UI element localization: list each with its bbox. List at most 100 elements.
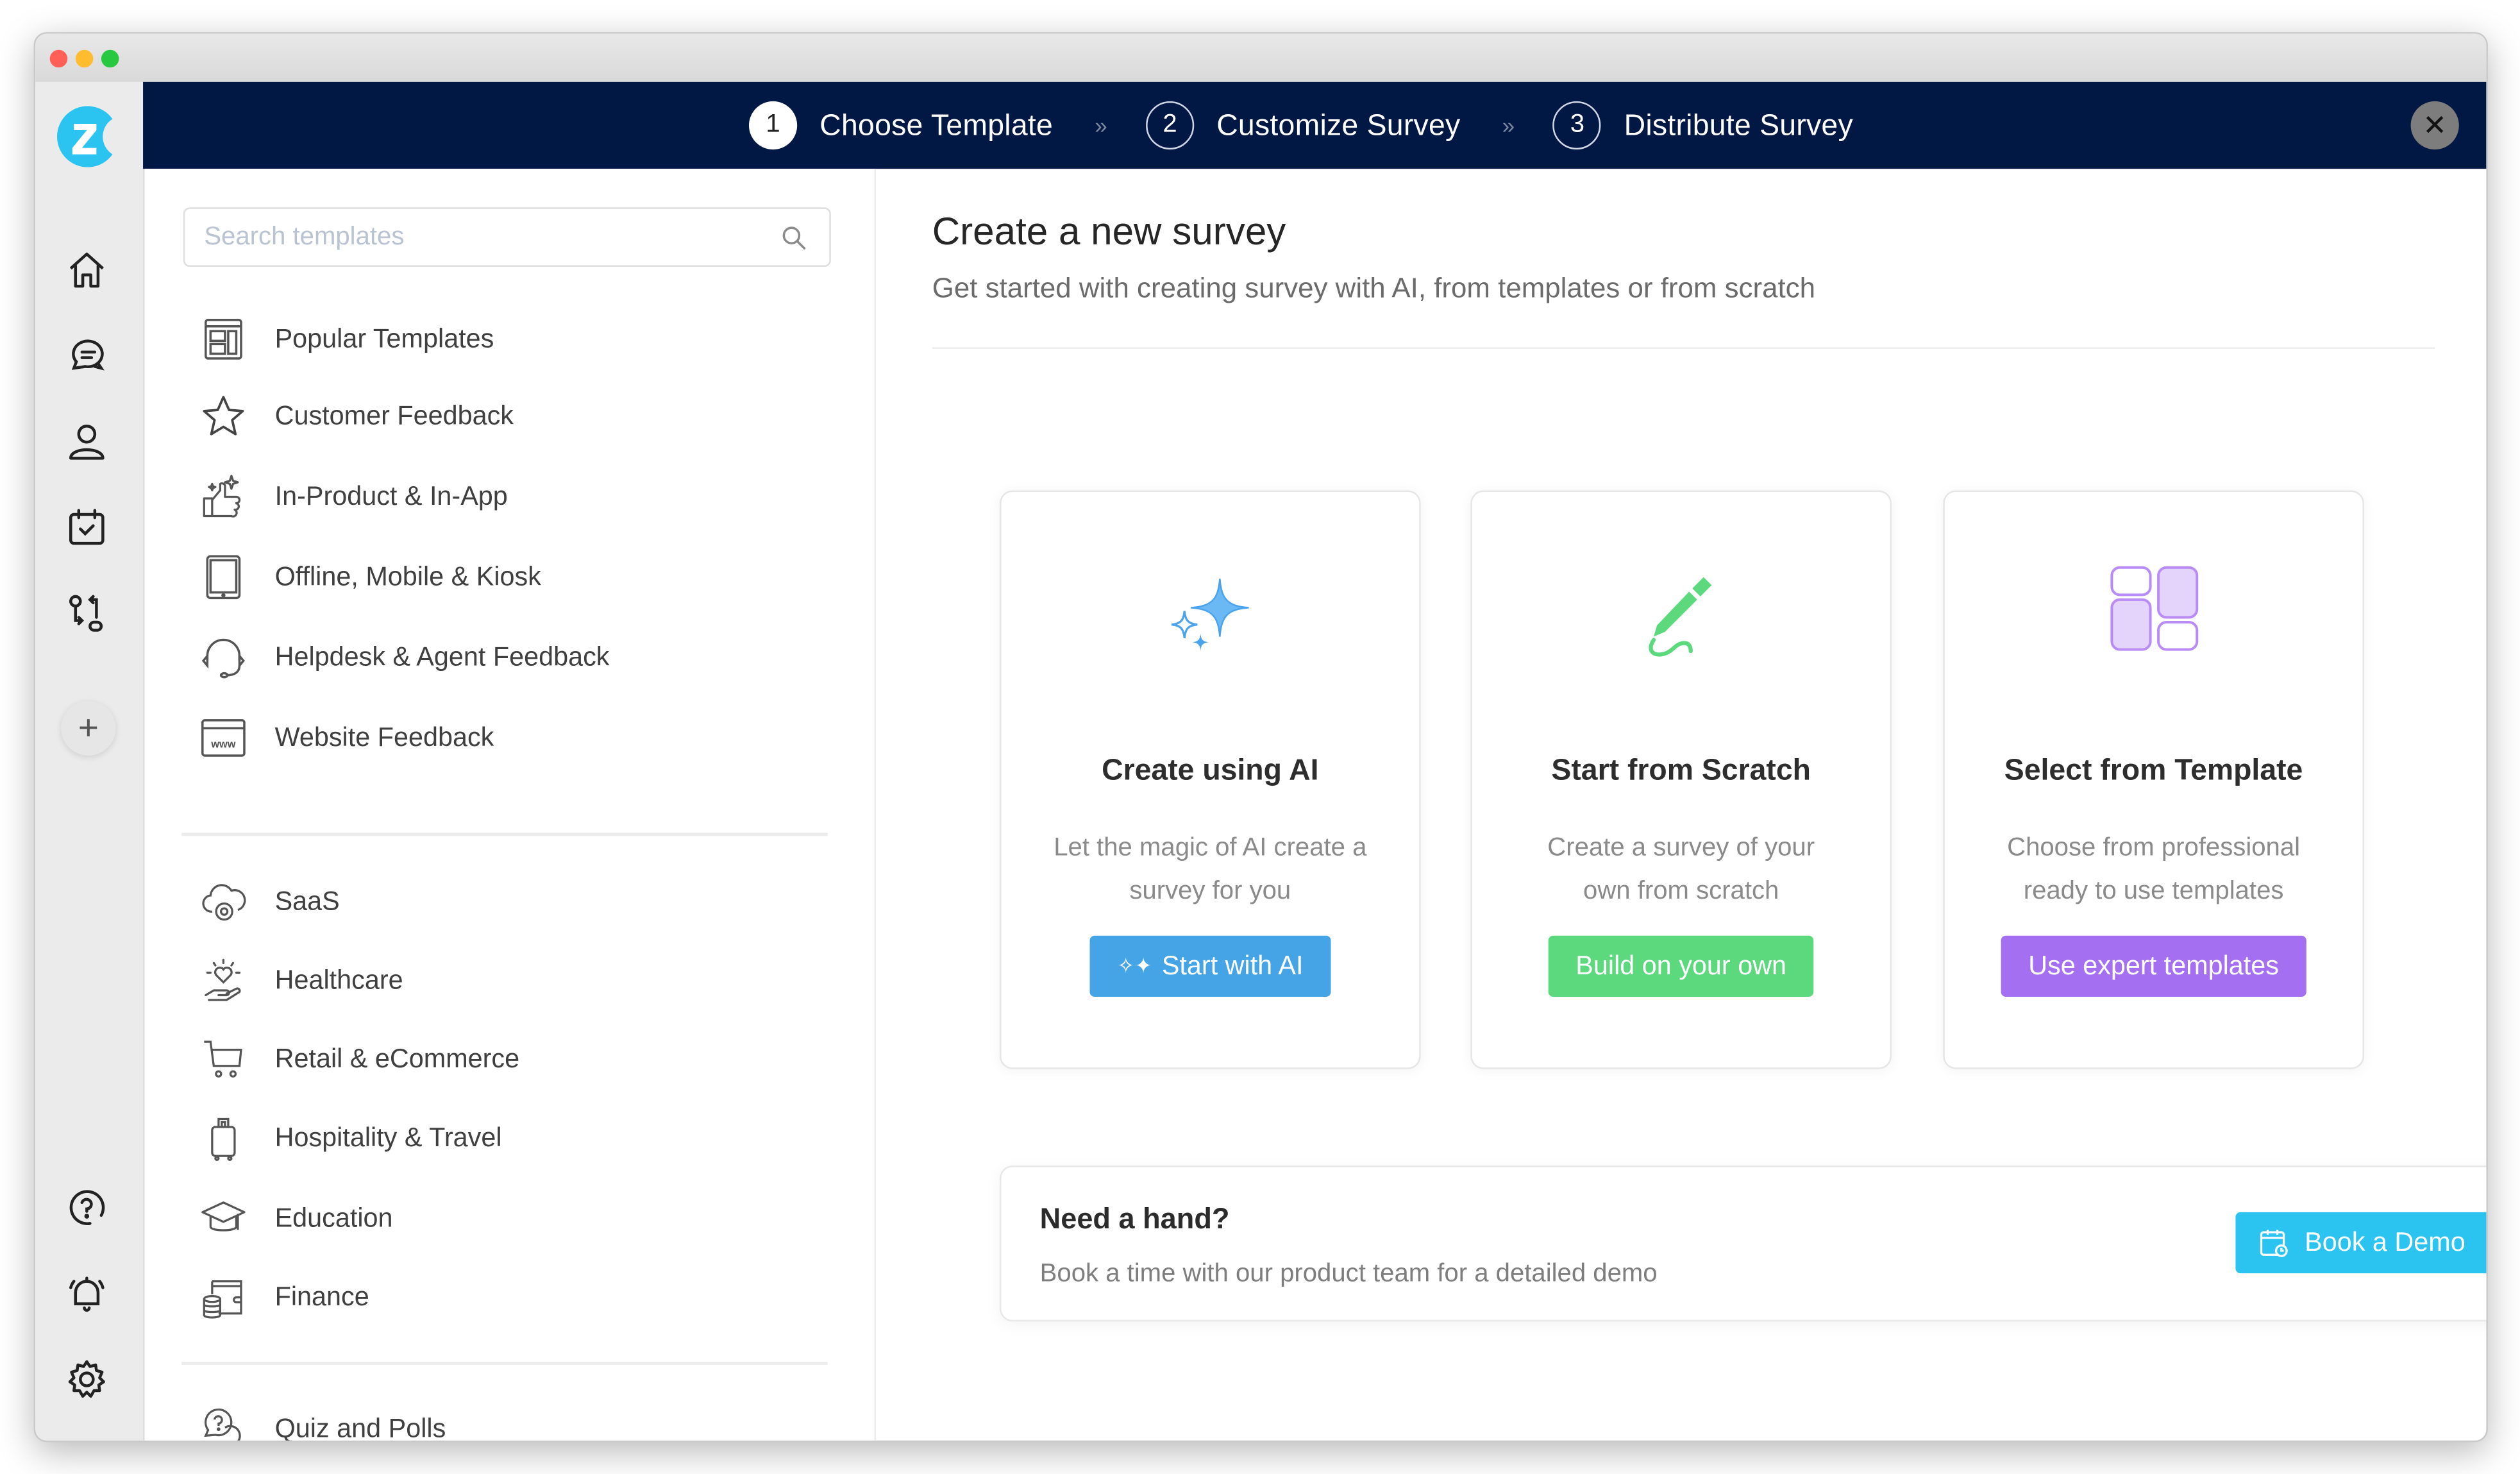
divider [181,833,828,836]
workflow-icon[interactable] [64,591,109,636]
category-finance[interactable]: Finance [199,1272,369,1323]
tablet-icon [206,555,241,600]
category-label: Retail & eCommerce [274,1044,520,1074]
category-popular-templates[interactable]: Popular Templates [199,314,494,365]
cart-icon [204,1040,242,1078]
category-healthcare[interactable]: Healthcare [199,955,403,1006]
app-window: + 1 Choose Template » 2 Customize Survey… [33,32,2488,1443]
help-icon[interactable] [64,1185,109,1230]
app-logo[interactable] [55,103,119,170]
use-expert-templates-button[interactable]: Use expert templates [2001,935,2306,997]
category-in-product[interactable]: In-Product & In-App [199,471,508,522]
cloud-gear-icon [202,884,246,921]
star-icon [203,396,244,436]
thumbs-up-sparkle-icon [203,475,241,518]
category-education[interactable]: Education [199,1193,393,1244]
plus-icon: + [78,707,99,748]
category-label: Education [274,1203,393,1233]
pen-icon [1649,577,1712,657]
calendar-clock-icon [2260,1230,2288,1257]
add-button[interactable]: + [61,700,116,756]
chat-icon[interactable] [64,334,109,379]
category-label: Healthcare [274,965,403,995]
category-label: Customer Feedback [274,401,514,430]
gear-icon[interactable] [64,1357,109,1402]
step-2-badge: 2 [1145,101,1195,150]
category-label: Popular Templates [274,324,494,353]
card-create-using-ai[interactable]: Create using AI Let the magic of AI crea… [999,490,1421,1069]
screen: + 1 Choose Template » 2 Customize Survey… [0,0,2520,1474]
user-icon[interactable] [64,419,109,464]
window-close-button[interactable] [49,49,68,68]
category-retail[interactable]: Retail & eCommerce [199,1034,519,1085]
home-icon[interactable] [64,248,109,292]
window-minimize-button[interactable] [75,49,94,68]
help-title: Need a hand? [1039,1202,1230,1235]
page-title: Create a new survey [932,210,1286,255]
button-label: Build on your own [1575,951,1787,980]
logo-icon [56,106,113,167]
heart-hand-icon [205,958,241,1001]
calendar-check-icon[interactable] [64,505,109,550]
category-label: In-Product & In-App [274,481,508,511]
card-description: Choose from professional ready to use te… [2007,834,2301,906]
category-customer-feedback[interactable]: Customer Feedback [199,391,514,442]
category-helpdesk[interactable]: Helpdesk & Agent Feedback [199,632,610,683]
sparkles-icon [1171,579,1249,652]
category-label: Helpdesk & Agent Feedback [274,642,610,672]
category-website-feedback[interactable]: www Website Feedback [199,712,494,763]
category-hospitality[interactable]: Hospitality & Travel [199,1112,502,1164]
category-label: Website Feedback [274,722,494,752]
card-start-from-scratch[interactable]: Start from Scratch Create a survey of yo… [1470,490,1892,1069]
step-1-badge: 1 [748,101,798,150]
wizard-header: 1 Choose Template » 2 Customize Survey »… [143,81,2487,169]
category-label: Finance [274,1282,369,1311]
search-icon[interactable] [781,225,807,251]
page-subtitle: Get started with creating survey with AI… [932,271,1815,304]
chevron-double-right-icon: » [1502,112,1515,139]
layout-icon [205,319,242,360]
start-with-ai-button[interactable]: ✧✦ Start with AI [1089,935,1331,997]
close-button[interactable]: ✕ [2410,101,2459,150]
graduation-cap-icon [201,1201,246,1232]
step-3-badge: 3 [1553,101,1602,150]
divider [932,347,2435,349]
card-description: Let the magic of AI create a survey for … [1054,834,1367,906]
button-label: Use expert templates [2028,951,2279,980]
build-on-your-own-button[interactable]: Build on your own [1548,935,1814,997]
step-1-label[interactable]: Choose Template [819,108,1053,143]
card-title: Create using AI [1102,752,1319,786]
template-categories-panel: Popular Templates Customer Feedback In-P… [144,169,876,1443]
step-3-label[interactable]: Distribute Survey [1624,108,1853,143]
card-select-from-template[interactable]: Select from Template Choose from profess… [1943,490,2364,1069]
need-help-banner: Need a hand? Book a time with our produc… [999,1165,2487,1322]
search-input[interactable] [185,208,770,266]
window-maximize-button[interactable] [101,49,119,68]
wizard-steps: 1 Choose Template » 2 Customize Survey »… [748,98,1853,153]
headset-icon [201,638,246,679]
book-demo-button[interactable]: Book a Demo [2235,1212,2487,1274]
category-label: SaaS [274,886,340,916]
category-offline-mobile-kiosk[interactable]: Offline, Mobile & Kiosk [199,552,541,603]
bell-icon[interactable] [64,1272,109,1317]
chevron-double-right-icon: » [1095,112,1107,139]
category-label: Quiz and Polls [274,1414,446,1443]
wallet-coins-icon [203,1280,242,1319]
card-description: Create a survey of your own from scratch [1547,834,1815,906]
website-icon: www [201,719,246,757]
category-quiz-polls[interactable]: Quiz and Polls [199,1403,446,1443]
divider [181,1361,828,1365]
button-label: Book a Demo [2305,1227,2465,1257]
help-description: Book a time with our product team for a … [1039,1260,1658,1288]
quiz-bubble-icon [204,1408,241,1441]
card-title: Select from Template [2004,752,2303,786]
title-bar [35,33,2487,84]
template-grid-icon [2110,566,2199,651]
icon-rail: + [35,81,145,1441]
luggage-icon [211,1117,236,1161]
search-box [183,207,831,267]
card-title: Start from Scratch [1551,752,1811,786]
category-saas[interactable]: SaaS [199,876,340,928]
category-label: Offline, Mobile & Kiosk [274,561,541,591]
step-2-label[interactable]: Customize Survey [1216,108,1460,143]
